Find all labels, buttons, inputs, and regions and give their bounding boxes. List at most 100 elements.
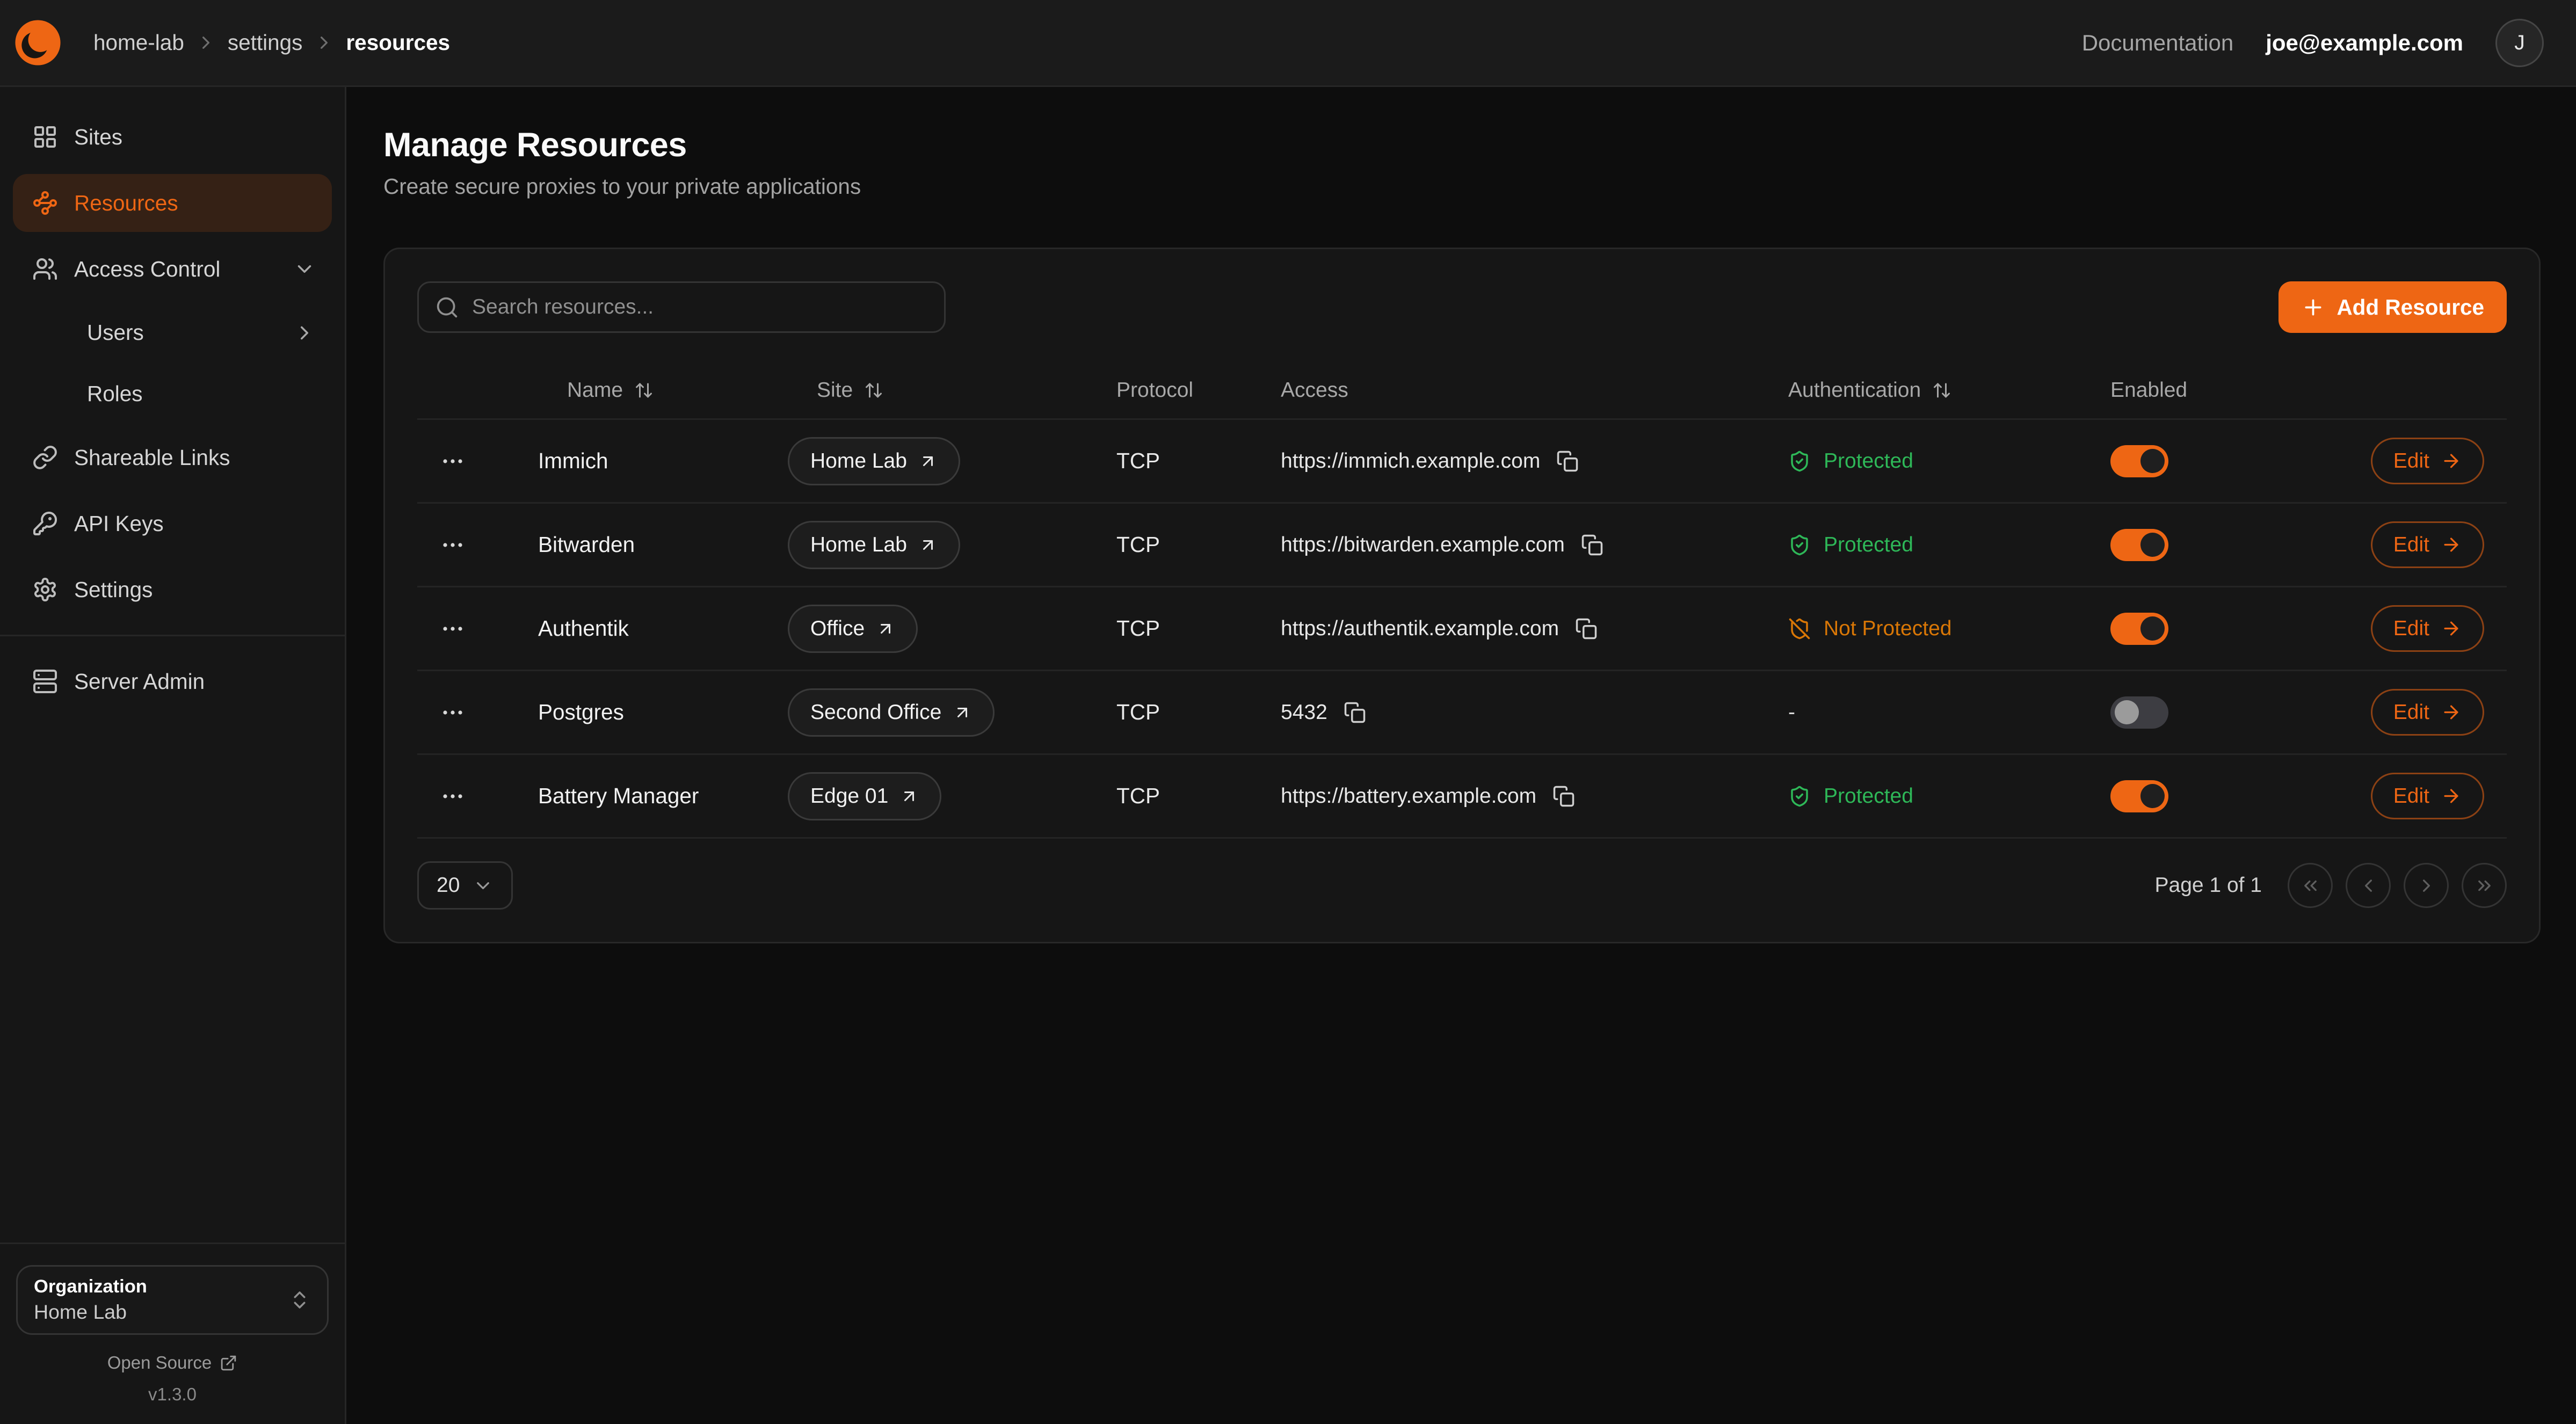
topbar-right: Documentation joe@example.com J [2082,19,2544,67]
sidebar-item-label: Shareable Links [74,445,230,470]
sort-by-name[interactable]: Name [538,379,654,402]
avatar[interactable]: J [2495,19,2544,67]
row-actions-menu[interactable] [440,532,466,558]
auth-status: Protected [1788,784,2110,808]
sidebar-item-shareable-links[interactable]: Shareable Links [13,428,332,486]
table-row: Postgres Second Office TCP 5432 - Edit [417,671,2507,755]
add-resource-button[interactable]: Add Resource [2279,281,2507,333]
sidebar-item-api-keys[interactable]: API Keys [13,495,332,553]
user-email[interactable]: joe@example.com [2266,30,2463,56]
breadcrumb-org[interactable]: home-lab [93,30,184,55]
organization-label: Organization [34,1275,147,1299]
row-actions-menu[interactable] [440,783,466,809]
chevrons-right-icon [2474,875,2495,896]
open-source-link[interactable]: Open Source [16,1353,329,1373]
next-page-button[interactable] [2404,863,2449,908]
sidebar-item-users[interactable]: Users [13,306,332,359]
breadcrumb-settings[interactable]: settings [228,30,303,55]
sidebar-item-server-admin[interactable]: Server Admin [13,652,332,710]
auth-status: Not Protected [1788,617,2110,641]
site-name: Office [810,617,865,641]
copy-icon[interactable] [1552,785,1575,808]
arrow-up-right-icon [918,452,938,471]
sort-by-site[interactable]: Site [788,379,883,402]
sort-by-authentication[interactable]: Authentication [1788,379,1951,402]
copy-icon[interactable] [1575,617,1598,640]
row-actions-menu[interactable] [440,448,466,474]
sidebar-divider [0,635,345,636]
sidebar-item-label: API Keys [74,511,164,536]
copy-icon[interactable] [1344,701,1366,724]
site-link[interactable]: Edge 01 [788,772,941,820]
resource-name: Bitwarden [538,532,635,557]
resources-card: Add Resource Name Site [383,248,2541,943]
resource-name: Postgres [538,700,624,725]
auth-status: Protected [1788,533,2110,557]
last-page-button[interactable] [2462,863,2507,908]
organization-selector[interactable]: Organization Home Lab [16,1265,329,1335]
app-logo-icon[interactable] [14,19,61,66]
chevron-right-icon [314,32,335,53]
page-size-select[interactable]: 20 [417,861,513,910]
arrow-right-icon [2441,702,2462,723]
search-icon [435,295,459,319]
search-box [417,281,946,333]
enabled-toggle[interactable] [2110,696,2168,729]
sidebar-item-settings[interactable]: Settings [13,561,332,619]
site-link[interactable]: Home Lab [788,521,960,569]
shield-check-icon [1788,534,1811,556]
copy-icon[interactable] [1556,450,1579,473]
toggle-knob [2140,533,2165,557]
access-url: https://bitwarden.example.com [1281,533,1565,557]
arrow-up-right-icon [876,619,895,638]
chevron-right-icon [293,322,316,344]
site-name: Second Office [810,701,941,724]
site-link[interactable]: Home Lab [788,437,960,485]
edit-button[interactable]: Edit [2371,438,2484,484]
sidebar-nav: Sites Resources Access Control Users Rol… [0,87,345,1243]
gear-icon [32,577,58,602]
site-link[interactable]: Office [788,605,918,653]
resources-table: Name Site Protocol Access [417,362,2507,839]
protocol-value: TCP [1116,532,1160,557]
name-header: Name [567,379,623,402]
site-name: Home Lab [810,533,907,557]
table-header-row: Name Site Protocol Access [417,362,2507,420]
enabled-toggle[interactable] [2110,613,2168,645]
access-url: https://authentik.example.com [1281,617,1559,641]
auth-status: Protected [1788,449,2110,473]
ellipsis-icon [440,448,466,474]
search-input[interactable] [472,295,928,319]
page-subtitle: Create secure proxies to your private ap… [383,174,2541,199]
protocol-value: TCP [1116,700,1160,725]
edit-button[interactable]: Edit [2371,773,2484,819]
documentation-link[interactable]: Documentation [2082,30,2234,56]
table-row: Battery Manager Edge 01 TCP https://batt… [417,755,2507,839]
sidebar-item-access-control[interactable]: Access Control [13,240,332,298]
table-row: Bitwarden Home Lab TCP https://bitwarden… [417,504,2507,587]
sidebar-item-resources[interactable]: Resources [13,174,332,232]
edit-button[interactable]: Edit [2371,521,2484,568]
row-actions-menu[interactable] [440,616,466,642]
enabled-header: Enabled [2110,379,2187,402]
access-url: 5432 [1281,701,1327,724]
sort-icon [864,381,883,400]
first-page-button[interactable] [2288,863,2333,908]
enabled-toggle[interactable] [2110,780,2168,812]
sidebar-item-sites[interactable]: Sites [13,108,332,166]
edit-button[interactable]: Edit [2371,605,2484,652]
chevrons-left-icon [2300,875,2321,896]
enabled-toggle[interactable] [2110,445,2168,477]
site-link[interactable]: Second Office [788,688,995,737]
edit-button[interactable]: Edit [2371,689,2484,736]
sidebar-item-roles[interactable]: Roles [13,367,332,420]
shield-check-icon [1788,785,1811,808]
prev-page-button[interactable] [2346,863,2391,908]
edit-label: Edit [2393,449,2429,473]
row-actions-menu[interactable] [440,700,466,725]
enabled-toggle[interactable] [2110,529,2168,561]
copy-icon[interactable] [1581,534,1603,556]
toggle-knob [2140,784,2165,808]
site-name: Home Lab [810,449,907,473]
sidebar-item-label: Roles [87,381,143,406]
